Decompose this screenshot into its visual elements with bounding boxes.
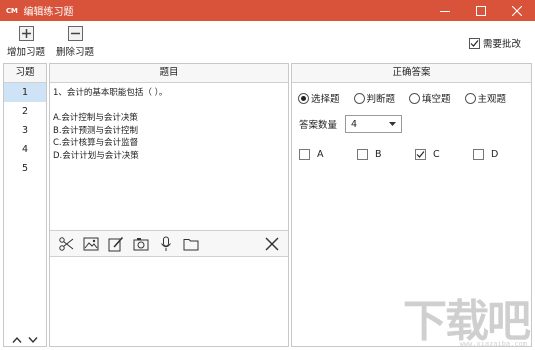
question-type-label: 判断题: [366, 94, 396, 105]
radio-button[interactable]: [298, 92, 309, 104]
exercise-list-item[interactable]: 5: [4, 159, 46, 178]
delete-exercise-label: 删除习题: [55, 47, 94, 58]
question-line: B.会计预测与会计控制: [53, 125, 139, 136]
open-file-button[interactable]: [179, 234, 203, 254]
exercise-list: 习题 12345: [3, 63, 47, 347]
radio-dot-icon: [301, 95, 306, 101]
title-bar: CM 编辑练习题: [0, 0, 535, 21]
chevron-down-icon[interactable]: [28, 336, 38, 344]
clear-button[interactable]: [260, 234, 284, 254]
record-audio-button[interactable]: [154, 234, 178, 254]
exercise-list-item[interactable]: 1: [4, 83, 46, 102]
window-title: 编辑练习题: [23, 7, 74, 18]
answer-count-select[interactable]: 4: [345, 115, 403, 133]
question-type-label: 主观题: [477, 94, 507, 105]
checkmark-icon: [416, 151, 425, 158]
question-type-label: 选择题: [311, 94, 340, 105]
exercise-list-item[interactable]: 4: [4, 140, 46, 159]
camera-icon: [133, 237, 149, 250]
radio-button[interactable]: [409, 92, 421, 104]
maximize-icon: [476, 5, 486, 16]
need-review-toggle[interactable]: 需要批改: [468, 36, 521, 50]
question-line: D.会计计划与会计决策: [53, 150, 139, 161]
close-x-icon: [265, 237, 279, 250]
answer-count-label: 答案数量: [299, 120, 338, 131]
answer-option-label: A: [317, 149, 324, 160]
question-text-area[interactable]: 1、会计的基本职能包括（ ）。 A.会计控制与会计决策 B.会计预测与会计控制 C.会…: [50, 83, 288, 248]
app-logo: CM: [6, 6, 18, 15]
answer-header: 正确答案: [292, 64, 531, 83]
question-line: C.会计核算与会计监督: [53, 138, 139, 148]
answer-panel: 正确答案 选择题 判断题 填空题 主观题 答案数量 4 A B C D: [291, 63, 532, 347]
answer-option-label: D: [491, 149, 499, 160]
exercise-list-header: 习题: [4, 64, 46, 83]
answer-option-label: B: [375, 149, 382, 160]
answer-count-row: 答案数量 4: [299, 115, 403, 133]
answer-option[interactable]: C: [415, 149, 473, 160]
cut-button[interactable]: [54, 234, 78, 254]
media-toolbar: [50, 230, 288, 257]
answer-options: A B C D: [299, 149, 531, 160]
edit-icon: [108, 236, 124, 251]
question-type-option[interactable]: 填空题: [409, 91, 451, 105]
scissors-icon: [59, 236, 74, 251]
answer-option-checkbox[interactable]: [299, 149, 310, 160]
question-type-option[interactable]: 选择题: [298, 91, 340, 105]
answer-option-checkbox[interactable]: [473, 149, 484, 160]
minimize-icon: [440, 10, 450, 12]
answer-option[interactable]: A: [299, 149, 357, 160]
question-type-group: 选择题 判断题 填空题 主观题: [292, 83, 531, 105]
close-button[interactable]: [499, 0, 535, 21]
folder-icon: [183, 238, 199, 250]
exercise-list-item[interactable]: 2: [4, 102, 46, 121]
edit-button[interactable]: [104, 234, 128, 254]
answer-count-value: 4: [351, 118, 358, 130]
question-line: A.会计控制与会计决策: [53, 113, 138, 123]
need-review-label: 需要批改: [482, 39, 521, 50]
question-panel: 题目 1、会计的基本职能包括（ ）。 A.会计控制与会计决策 B.会计预测与会计控制…: [49, 63, 289, 347]
question-type-option[interactable]: 判断题: [353, 91, 396, 105]
answer-option-checkbox[interactable]: [415, 149, 426, 160]
radio-button[interactable]: [464, 92, 476, 104]
toolbar: 增加习题 删除习题 需要批改: [0, 21, 535, 63]
minimize-button[interactable]: [427, 0, 463, 21]
maximize-button[interactable]: [463, 0, 499, 21]
question-header: 题目: [50, 64, 288, 83]
question-line: [53, 100, 285, 113]
add-exercise-label: 增加习题: [6, 47, 45, 58]
image-icon: [83, 237, 99, 250]
answer-option[interactable]: B: [357, 149, 415, 160]
add-exercise-button[interactable]: 增加习题: [6, 26, 46, 58]
radio-button[interactable]: [353, 92, 365, 104]
question-type-option[interactable]: 主观题: [464, 91, 507, 105]
question-type-label: 填空题: [422, 94, 451, 105]
insert-image-button[interactable]: [79, 234, 103, 254]
add-icon: [18, 26, 34, 41]
microphone-icon: [161, 236, 171, 251]
need-review-checkbox[interactable]: [468, 37, 480, 49]
minus-icon: [67, 26, 83, 41]
answer-option-label: C: [433, 149, 440, 160]
answer-option[interactable]: D: [473, 149, 531, 160]
delete-exercise-button[interactable]: 删除习题: [55, 26, 95, 58]
exercise-list-item[interactable]: 3: [4, 121, 46, 140]
question-line: 1、会计的基本职能包括（ ）。: [53, 88, 168, 98]
dropdown-arrow-icon: [389, 122, 397, 126]
camera-button[interactable]: [129, 234, 153, 254]
answer-option-checkbox[interactable]: [357, 149, 368, 160]
chevron-up-icon[interactable]: [12, 336, 22, 344]
checkmark-icon: [470, 39, 479, 47]
close-icon: [512, 5, 522, 16]
